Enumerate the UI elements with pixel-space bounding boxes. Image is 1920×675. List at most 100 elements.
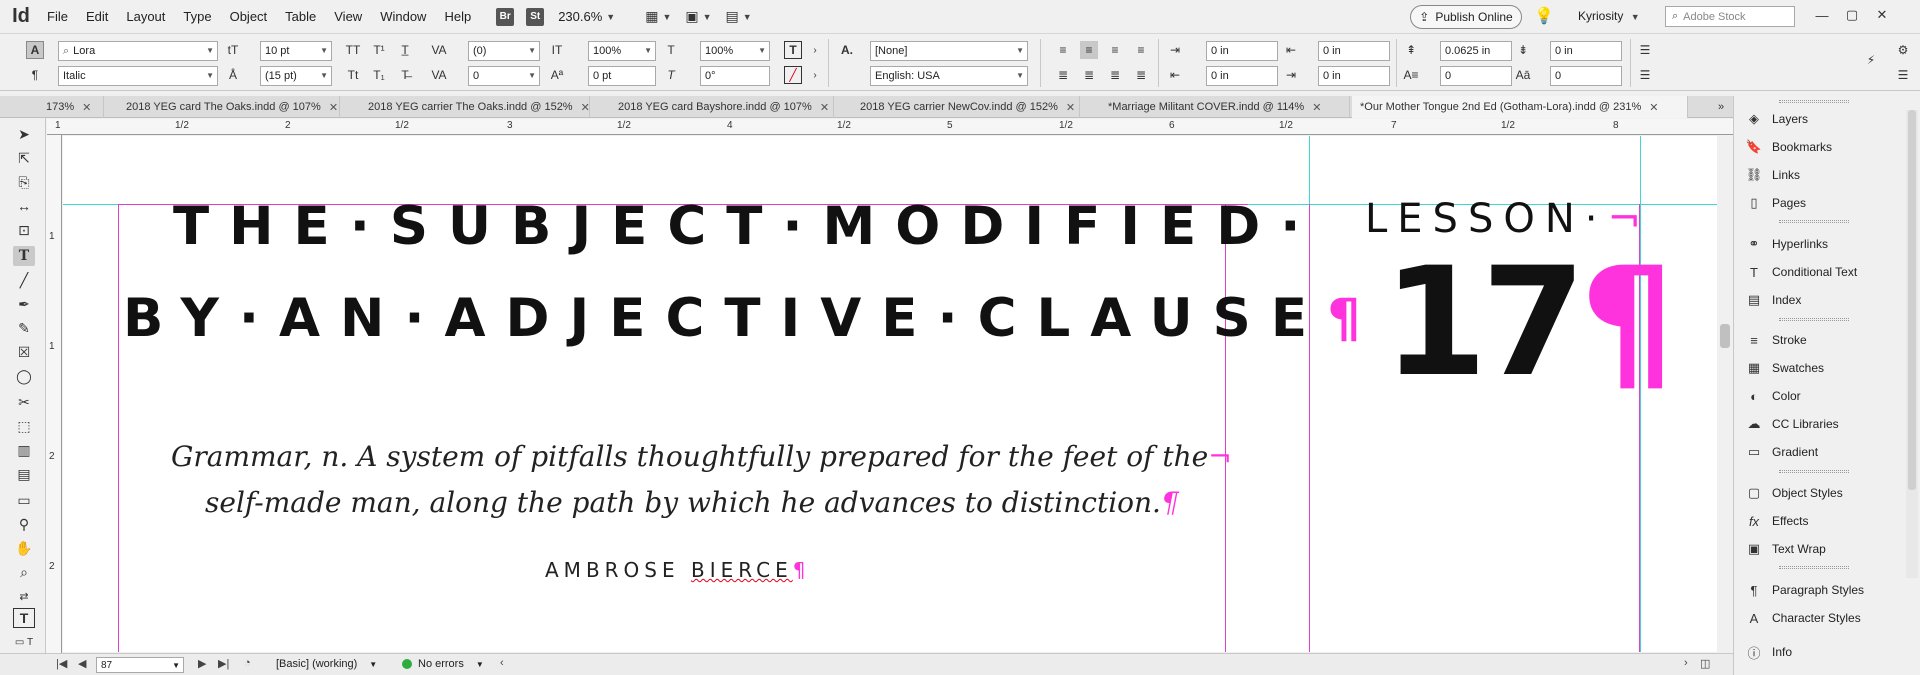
vertical-scroll-thumb[interactable] <box>1720 324 1730 348</box>
close-icon[interactable]: ✕ <box>1649 101 1658 114</box>
vertical-ruler[interactable]: 1 1 2 2 <box>46 135 62 653</box>
split-window-icon[interactable]: ◫ <box>1700 657 1710 670</box>
panel-swatches[interactable]: ▦ Swatches <box>1744 357 1914 379</box>
zoom-dropdown-icon[interactable]: ▼ <box>606 12 615 22</box>
scissors-tool-icon[interactable]: ✂ <box>13 392 35 412</box>
panel-links[interactable]: ⛓ Links <box>1744 164 1914 186</box>
panel-bookmarks[interactable]: 🔖 Bookmarks <box>1744 136 1914 158</box>
hand-tool-icon[interactable]: ✋ <box>13 538 35 558</box>
minimize-icon[interactable]: — <box>1810 4 1834 26</box>
rectangle-frame-tool-icon[interactable]: ☒ <box>13 342 35 362</box>
menu-file[interactable]: File <box>38 9 77 24</box>
control-menu-icon[interactable]: ☰ <box>1894 66 1912 84</box>
panel-effects[interactable]: fx Effects <box>1744 510 1914 532</box>
stock-button[interactable]: St <box>526 7 545 26</box>
panel-pages[interactable]: ▯ Pages <box>1744 192 1914 214</box>
panel-text-wrap[interactable]: ▣ Text Wrap <box>1744 538 1914 560</box>
align-left-icon[interactable]: ≡ <box>1054 41 1072 59</box>
bullets-icon[interactable]: ☰ <box>1636 41 1654 59</box>
close-icon[interactable]: ✕ <box>581 101 589 114</box>
document-canvas[interactable]: THE·SUBJECT·MODIFIED· BY·AN·ADJECTIVE·CL… <box>63 136 1717 652</box>
baseline-shift-field[interactable]: 0 pt <box>588 66 656 86</box>
close-icon[interactable]: ✕ <box>82 101 91 114</box>
superscript-icon[interactable]: T¹ <box>370 41 388 59</box>
font-family-field[interactable]: ⌕ Lora ▼ <box>58 41 218 61</box>
panel-paragraph-styles[interactable]: ¶ Paragraph Styles <box>1744 579 1914 601</box>
dock-grip[interactable] <box>1779 220 1849 223</box>
panel-character-styles[interactable]: A Character Styles <box>1744 607 1914 629</box>
epigraph-line-2[interactable]: self-made man, along the path by which h… <box>205 486 1179 519</box>
first-page-icon[interactable]: |◀ <box>56 657 67 670</box>
panel-info[interactable]: ⓘ Info <box>1744 641 1914 663</box>
close-icon[interactable]: ✕ <box>329 101 338 114</box>
align-towards-spine-icon[interactable]: ≡ <box>1132 41 1150 59</box>
dock-grip[interactable] <box>1779 470 1849 473</box>
panel-object-styles[interactable]: ▢ Object Styles <box>1744 482 1914 504</box>
horizontal-scale-field[interactable]: 100% ▼ <box>700 41 770 61</box>
align-center-icon[interactable]: ≡ <box>1080 41 1098 59</box>
tabs-overflow-icon[interactable]: » <box>1710 96 1732 118</box>
scroll-right-icon[interactable]: › <box>1684 657 1688 669</box>
page-number-field[interactable]: 87 ▼ <box>96 657 184 673</box>
menu-window[interactable]: Window <box>371 9 435 24</box>
menu-object[interactable]: Object <box>221 9 277 24</box>
drop-cap-lines-field[interactable]: 0 <box>1440 66 1512 86</box>
left-indent-field[interactable]: 0 in <box>1206 41 1278 61</box>
tab-document-6[interactable]: *Marriage Militant COVER.indd @ 114% ✕ <box>1100 96 1350 118</box>
screen-mode-icon[interactable]: ▣ ▼ <box>685 8 711 25</box>
character-formatting-icon[interactable]: A <box>26 41 44 59</box>
previous-page-icon[interactable]: ◀ <box>78 657 86 670</box>
eyedropper-tool-icon[interactable]: ⚲ <box>13 514 35 534</box>
paragraph-formatting-icon[interactable]: ¶ <box>26 66 44 84</box>
dock-grip[interactable] <box>1779 100 1849 103</box>
underline-icon[interactable]: T̲ <box>396 41 414 59</box>
pen-tool-icon[interactable]: ✒ <box>13 294 35 314</box>
chevron-right-icon[interactable]: › <box>806 66 824 84</box>
learn-bulb-icon[interactable]: 💡 <box>1534 6 1554 26</box>
font-size-field[interactable]: 10 pt ▼ <box>260 41 332 61</box>
swap-fill-stroke-icon[interactable]: ⇄ <box>13 586 35 606</box>
skew-field[interactable]: 0° <box>700 66 770 86</box>
dock-scroll-thumb[interactable] <box>1908 110 1916 490</box>
language-field[interactable]: English: USA ▼ <box>870 66 1028 86</box>
note-tool-icon[interactable]: ▭ <box>13 490 35 510</box>
text-stroke-none-icon[interactable]: ╱ <box>784 66 802 84</box>
close-icon[interactable]: ✕ <box>1870 4 1894 26</box>
last-line-indent-field[interactable]: 0 in <box>1318 66 1390 86</box>
last-page-icon[interactable]: ▶| <box>218 657 229 670</box>
justify-left-icon[interactable]: ≣ <box>1054 66 1072 84</box>
menu-type[interactable]: Type <box>174 9 220 24</box>
close-icon[interactable]: ✕ <box>1312 101 1321 114</box>
quick-actions-icon[interactable]: ⚡ <box>1862 51 1880 69</box>
publish-online-button[interactable]: ⇪ Publish Online <box>1410 5 1522 29</box>
vertical-scale-field[interactable]: 100% ▼ <box>588 41 656 61</box>
menu-view[interactable]: View <box>325 9 371 24</box>
page-tool-icon[interactable]: ⎘ <box>13 172 35 192</box>
chapter-heading-line-2[interactable]: BY·AN·ADJECTIVE·CLAUSE¶ <box>123 288 1381 349</box>
horizontal-ruler[interactable]: 1 1/2 2 1/2 3 1/2 4 1/2 5 1/2 6 1/2 7 1/… <box>47 119 1733 135</box>
all-caps-icon[interactable]: TT <box>344 41 362 59</box>
bridge-button[interactable]: Br <box>496 7 515 26</box>
font-style-field[interactable]: Italic ▼ <box>58 66 218 86</box>
type-tool-icon[interactable]: T <box>13 246 35 266</box>
tab-document-active[interactable]: *Our Mother Tongue 2nd Ed (Gotham-Lora).… <box>1352 96 1688 118</box>
panel-stroke[interactable]: ≡ Stroke <box>1744 329 1914 351</box>
epigraph-line-1[interactable]: Grammar, n. A system of pitfalls thought… <box>171 440 1232 473</box>
free-transform-tool-icon[interactable]: ⬚ <box>13 416 35 436</box>
view-options-icon[interactable]: ▦ ▼ <box>645 8 671 25</box>
leading-field[interactable]: (15 pt) ▼ <box>260 66 332 86</box>
subscript-icon[interactable]: T₁ <box>370 66 388 84</box>
justify-right-icon[interactable]: ≣ <box>1106 66 1124 84</box>
space-after-field[interactable]: 0 in <box>1550 41 1622 61</box>
panel-hyperlinks[interactable]: ⚭ Hyperlinks <box>1744 233 1914 255</box>
justify-center-icon[interactable]: ≣ <box>1080 66 1098 84</box>
lesson-number[interactable]: 17¶ <box>1383 236 1675 410</box>
panel-gradient[interactable]: ▭ Gradient <box>1744 441 1914 463</box>
drop-cap-chars-field[interactable]: 0 <box>1550 66 1622 86</box>
gap-tool-icon[interactable]: ↔ <box>13 196 35 216</box>
scroll-left-icon[interactable]: ‹ <box>500 657 504 669</box>
menu-layout[interactable]: Layout <box>117 9 174 24</box>
justify-all-icon[interactable]: ≣ <box>1132 66 1150 84</box>
text-fill-icon[interactable]: T <box>784 41 802 59</box>
menu-help[interactable]: Help <box>435 9 480 24</box>
